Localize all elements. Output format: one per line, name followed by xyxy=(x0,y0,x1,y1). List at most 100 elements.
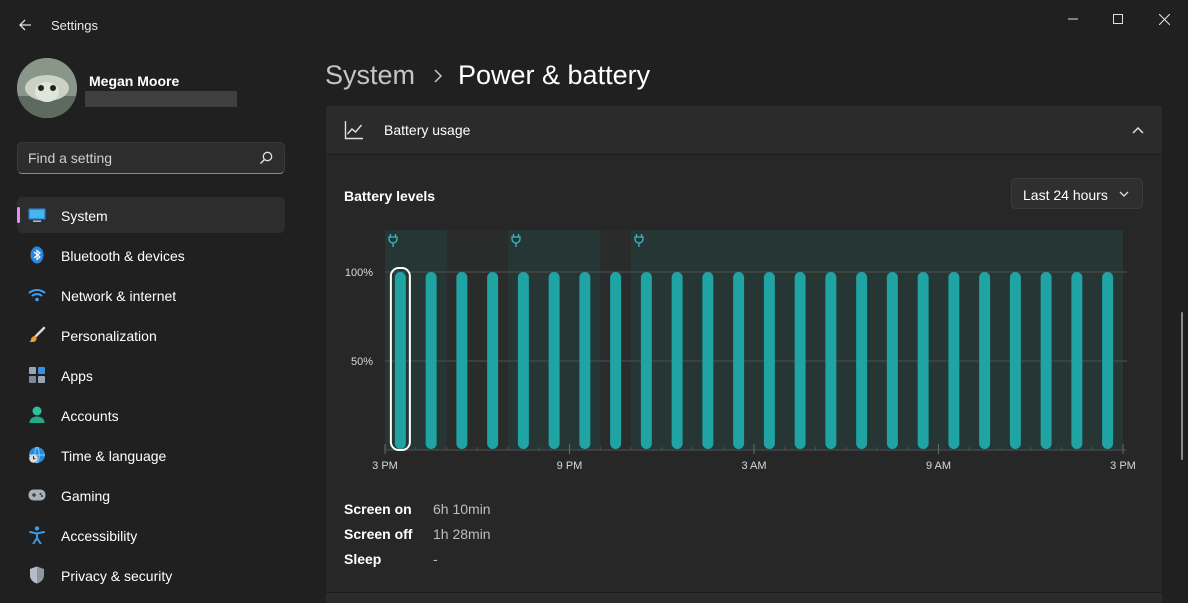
scrollbar-thumb[interactable] xyxy=(1181,312,1183,460)
stat-screen-on-label: Screen on xyxy=(344,501,412,517)
wifi-icon xyxy=(28,286,46,304)
back-button[interactable] xyxy=(12,12,38,38)
sidebar-item-privacy-security[interactable]: Privacy & security xyxy=(17,557,285,593)
collapse-button[interactable] xyxy=(1126,120,1150,140)
search-box[interactable] xyxy=(17,142,285,174)
sidebar-item-bluetooth[interactable]: Bluetooth & devices xyxy=(17,237,285,273)
battery-bar xyxy=(425,272,437,449)
battery-bar xyxy=(1102,272,1114,449)
sidebar-item-accessibility[interactable]: Accessibility xyxy=(17,517,285,553)
avatar-image-icon xyxy=(17,58,77,118)
sidebar-item-label: Accessibility xyxy=(61,528,138,544)
gamepad-icon xyxy=(28,486,46,504)
battery-bar xyxy=(1071,272,1083,449)
globe-clock-icon xyxy=(28,446,46,464)
breadcrumb-parent[interactable]: System xyxy=(325,60,415,91)
y-tick-label: 50% xyxy=(351,356,373,368)
search-icon[interactable] xyxy=(258,150,274,166)
stat-sleep-label: Sleep xyxy=(344,551,382,567)
sidebar-item-network[interactable]: Network & internet xyxy=(17,277,285,313)
bluetooth-icon xyxy=(28,246,46,264)
x-tick-label: 3 AM xyxy=(741,460,766,472)
sidebar-item-apps[interactable]: Apps xyxy=(17,357,285,393)
stat-screen-on-value: 6h 10min xyxy=(433,501,491,517)
person-icon xyxy=(28,406,46,424)
battery-usage-label: Battery usage xyxy=(384,122,471,138)
x-tick-label: 3 PM xyxy=(1110,460,1136,472)
stat-screen-off-value: 1h 28min xyxy=(433,526,491,542)
time-range-dropdown[interactable]: Last 24 hours xyxy=(1011,178,1143,209)
battery-bar xyxy=(610,272,622,449)
battery-bar xyxy=(825,272,837,449)
battery-bar xyxy=(456,272,468,449)
profile-email-redacted xyxy=(85,91,237,107)
sidebar-item-time-language[interactable]: Time & language xyxy=(17,437,285,473)
battery-bar xyxy=(579,272,591,449)
arrow-left-icon xyxy=(19,19,31,31)
y-tick-label: 100% xyxy=(345,267,373,279)
charging-band xyxy=(385,230,447,450)
page-title: Power & battery xyxy=(458,60,651,90)
maximize-icon xyxy=(1113,14,1123,24)
battery-usage-header[interactable]: Battery usage xyxy=(326,106,1162,155)
close-button[interactable] xyxy=(1141,4,1187,34)
battery-bar xyxy=(702,272,714,449)
battery-bar xyxy=(979,272,991,449)
settings-window: Settings Megan Moore Find a setting Syst… xyxy=(0,0,1188,603)
x-tick-label: 3 PM xyxy=(372,460,398,472)
sidebar-item-label: Apps xyxy=(61,368,93,384)
sidebar-item-gaming[interactable]: Gaming xyxy=(17,477,285,513)
chevron-up-icon xyxy=(1132,126,1144,134)
profile-name: Megan Moore xyxy=(89,73,180,89)
sidebar-item-label: Bluetooth & devices xyxy=(61,248,185,264)
battery-bar xyxy=(548,272,560,449)
line-chart-icon xyxy=(344,121,363,140)
sidebar-item-label: System xyxy=(61,208,108,224)
sidebar-item-label: Accounts xyxy=(61,408,119,424)
battery-bar xyxy=(1040,272,1052,449)
close-icon xyxy=(1158,13,1170,25)
sidebar-item-label: Gaming xyxy=(61,488,111,504)
battery-bar xyxy=(917,272,929,449)
sidebar-item-label: Personalization xyxy=(61,328,157,344)
battery-bar xyxy=(886,272,898,449)
app-title: Settings xyxy=(51,18,98,33)
title-bar: Settings xyxy=(0,0,1188,40)
battery-bar xyxy=(517,272,529,449)
brush-icon xyxy=(28,326,46,344)
avatar[interactable] xyxy=(17,58,77,118)
minimize-icon xyxy=(1068,18,1078,20)
selection-indicator xyxy=(17,207,20,223)
battery-bar xyxy=(733,272,745,449)
stat-sleep-value: - xyxy=(433,551,438,567)
maximize-button[interactable] xyxy=(1095,4,1141,34)
sidebar-item-system[interactable]: System xyxy=(17,197,285,233)
x-tick-label: 9 AM xyxy=(926,460,951,472)
search-input[interactable] xyxy=(18,143,248,173)
stat-screen-off-label: Screen off xyxy=(344,526,413,542)
sidebar-item-label: Privacy & security xyxy=(61,568,173,584)
battery-bar xyxy=(794,272,806,449)
battery-bar xyxy=(671,272,683,449)
battery-bar xyxy=(640,272,652,449)
battery-levels-chart: 100% 50% 3 PM 9 PM 3 AM 9 AM 3 PM xyxy=(345,230,1136,472)
battery-bar xyxy=(394,272,406,449)
sidebar-item-label: Time & language xyxy=(61,448,167,464)
chevron-right-icon xyxy=(434,69,443,83)
battery-bar xyxy=(856,272,868,449)
sidebar-item-personalization[interactable]: Personalization xyxy=(17,317,285,353)
time-range-value: Last 24 hours xyxy=(1023,187,1108,203)
sidebar-item-label: Network & internet xyxy=(61,288,177,304)
chevron-down-icon xyxy=(1119,191,1129,197)
next-card xyxy=(326,592,1162,603)
accessibility-icon xyxy=(28,526,46,544)
sidebar-item-accounts[interactable]: Accounts xyxy=(17,397,285,433)
battery-bar xyxy=(948,272,960,449)
x-tick-label: 9 PM xyxy=(557,460,583,472)
shield-icon xyxy=(28,566,46,584)
battery-bar xyxy=(1009,272,1021,449)
battery-bar xyxy=(487,272,499,449)
minimize-button[interactable] xyxy=(1050,4,1096,34)
battery-levels-title: Battery levels xyxy=(344,188,436,204)
battery-bar xyxy=(763,272,775,449)
